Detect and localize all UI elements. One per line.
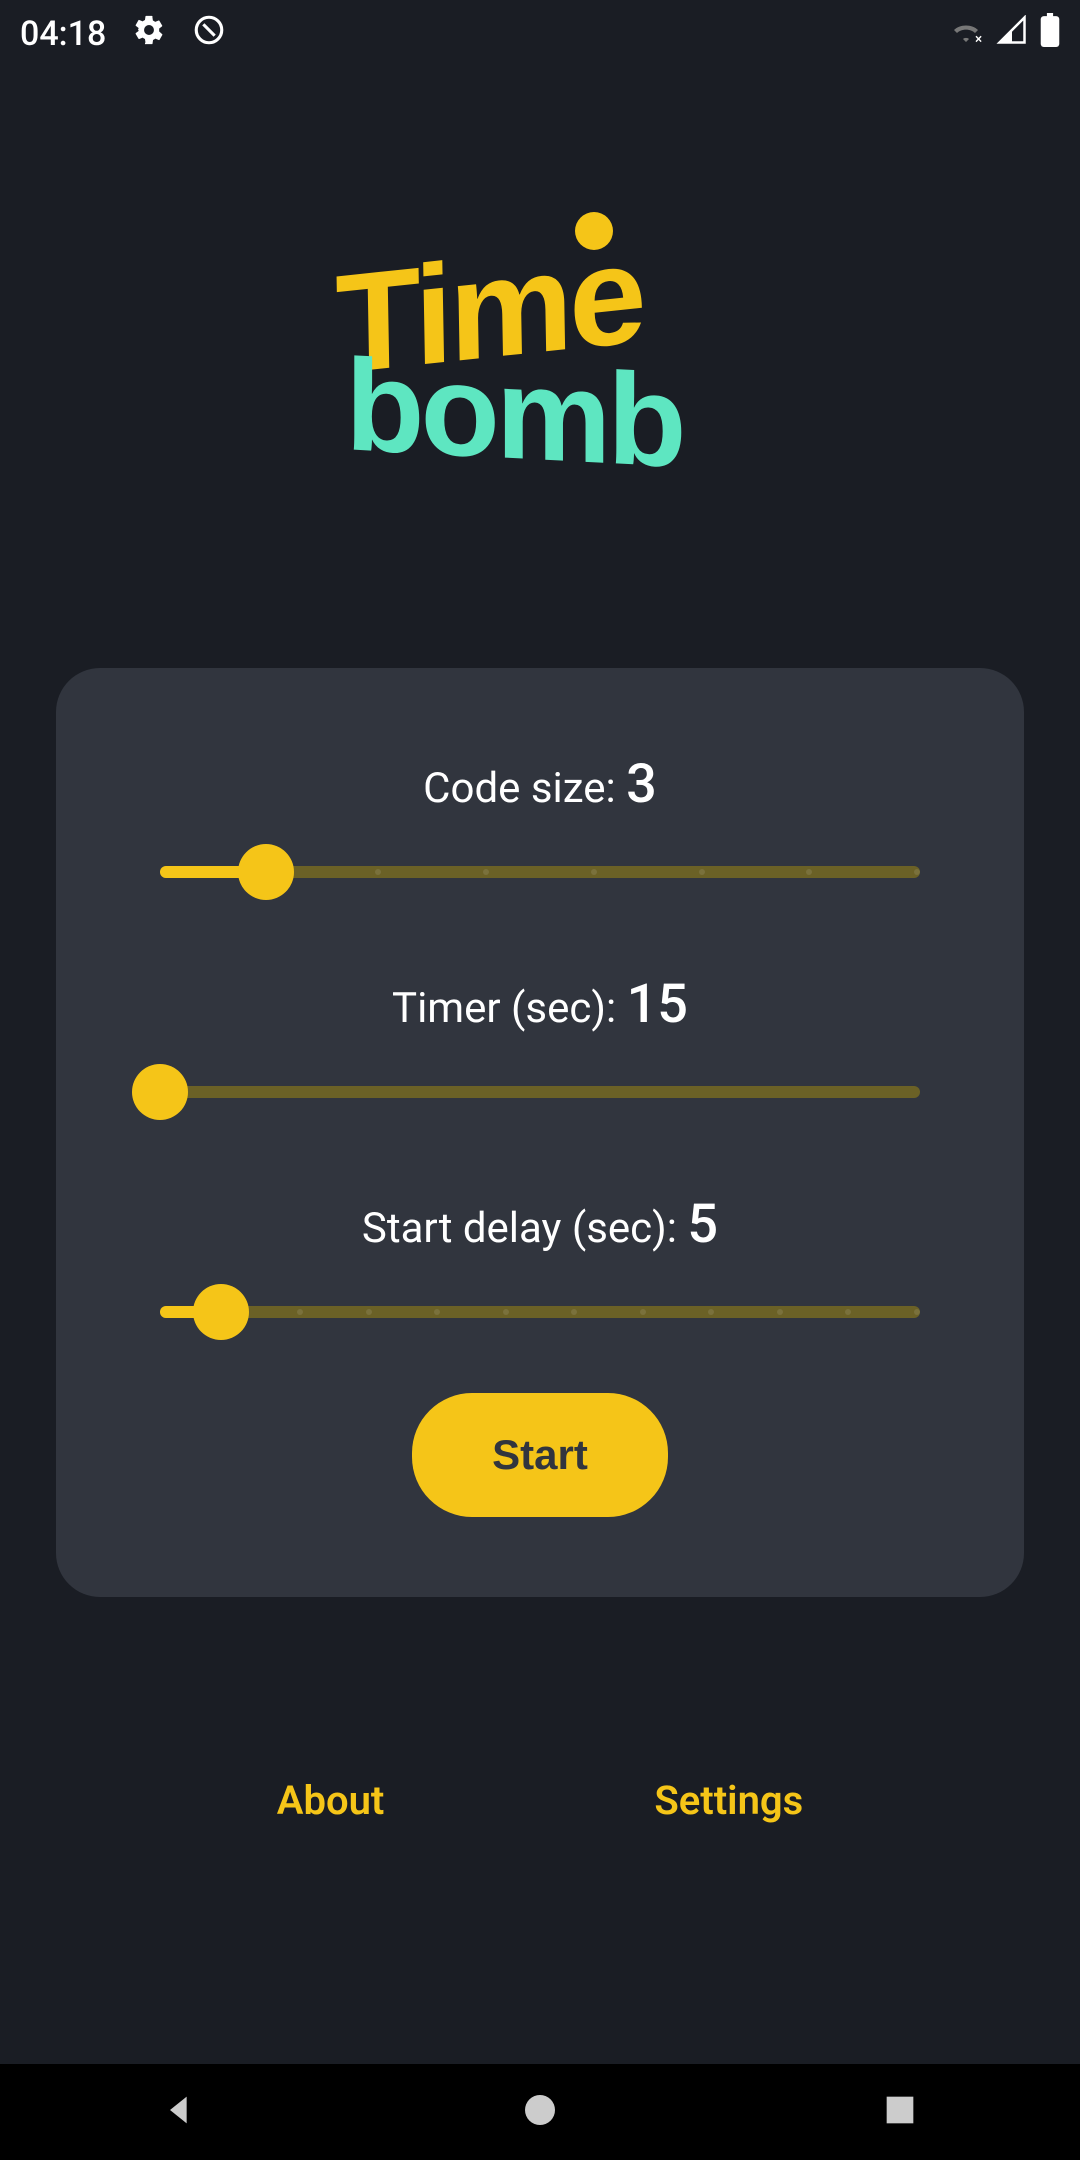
sync-off-icon xyxy=(192,13,226,56)
back-icon[interactable] xyxy=(160,2090,200,2134)
delay-label: Start delay (sec): xyxy=(362,1204,687,1253)
app-content: Time bomb Code size: 3 Timer (sec): 15 xyxy=(0,68,1080,2064)
timer-group: Timer (sec): 15 xyxy=(136,973,944,1098)
settings-link[interactable]: Settings xyxy=(654,1777,803,1824)
start-button[interactable]: Start xyxy=(412,1393,668,1517)
home-icon[interactable] xyxy=(520,2090,560,2134)
gear-icon xyxy=(132,13,166,56)
code-size-group: Code size: 3 xyxy=(136,753,944,878)
nav-bar xyxy=(0,2064,1080,2160)
settings-card: Code size: 3 Timer (sec): 15 Start delay… xyxy=(56,668,1024,1597)
timer-slider[interactable] xyxy=(160,1086,920,1098)
timer-thumb[interactable] xyxy=(132,1064,188,1120)
code-size-label-row: Code size: 3 xyxy=(136,753,944,816)
delay-group: Start delay (sec): 5 xyxy=(136,1193,944,1318)
battery-icon xyxy=(1040,13,1060,56)
status-bar: 04:18 × xyxy=(0,0,1080,68)
status-time: 04:18 xyxy=(20,14,106,54)
delay-value: 5 xyxy=(687,1193,718,1256)
bottom-links: About Settings xyxy=(277,1777,803,1824)
timer-label: Timer (sec): xyxy=(392,984,627,1033)
timer-value: 15 xyxy=(627,973,688,1036)
wifi-off-icon: × xyxy=(948,14,984,54)
delay-slider[interactable] xyxy=(160,1306,920,1318)
code-size-thumb[interactable] xyxy=(238,844,294,900)
app-logo: Time bomb xyxy=(330,208,750,488)
logo-line2: bomb xyxy=(345,329,682,497)
code-size-label: Code size: xyxy=(423,764,626,813)
signal-icon xyxy=(994,14,1030,54)
delay-label-row: Start delay (sec): 5 xyxy=(136,1193,944,1256)
recents-icon[interactable] xyxy=(880,2090,920,2134)
svg-text:×: × xyxy=(975,32,982,46)
code-size-value: 3 xyxy=(626,753,657,816)
code-size-slider[interactable] xyxy=(160,866,920,878)
about-link[interactable]: About xyxy=(277,1777,385,1824)
timer-label-row: Timer (sec): 15 xyxy=(136,973,944,1036)
delay-thumb[interactable] xyxy=(193,1284,249,1340)
